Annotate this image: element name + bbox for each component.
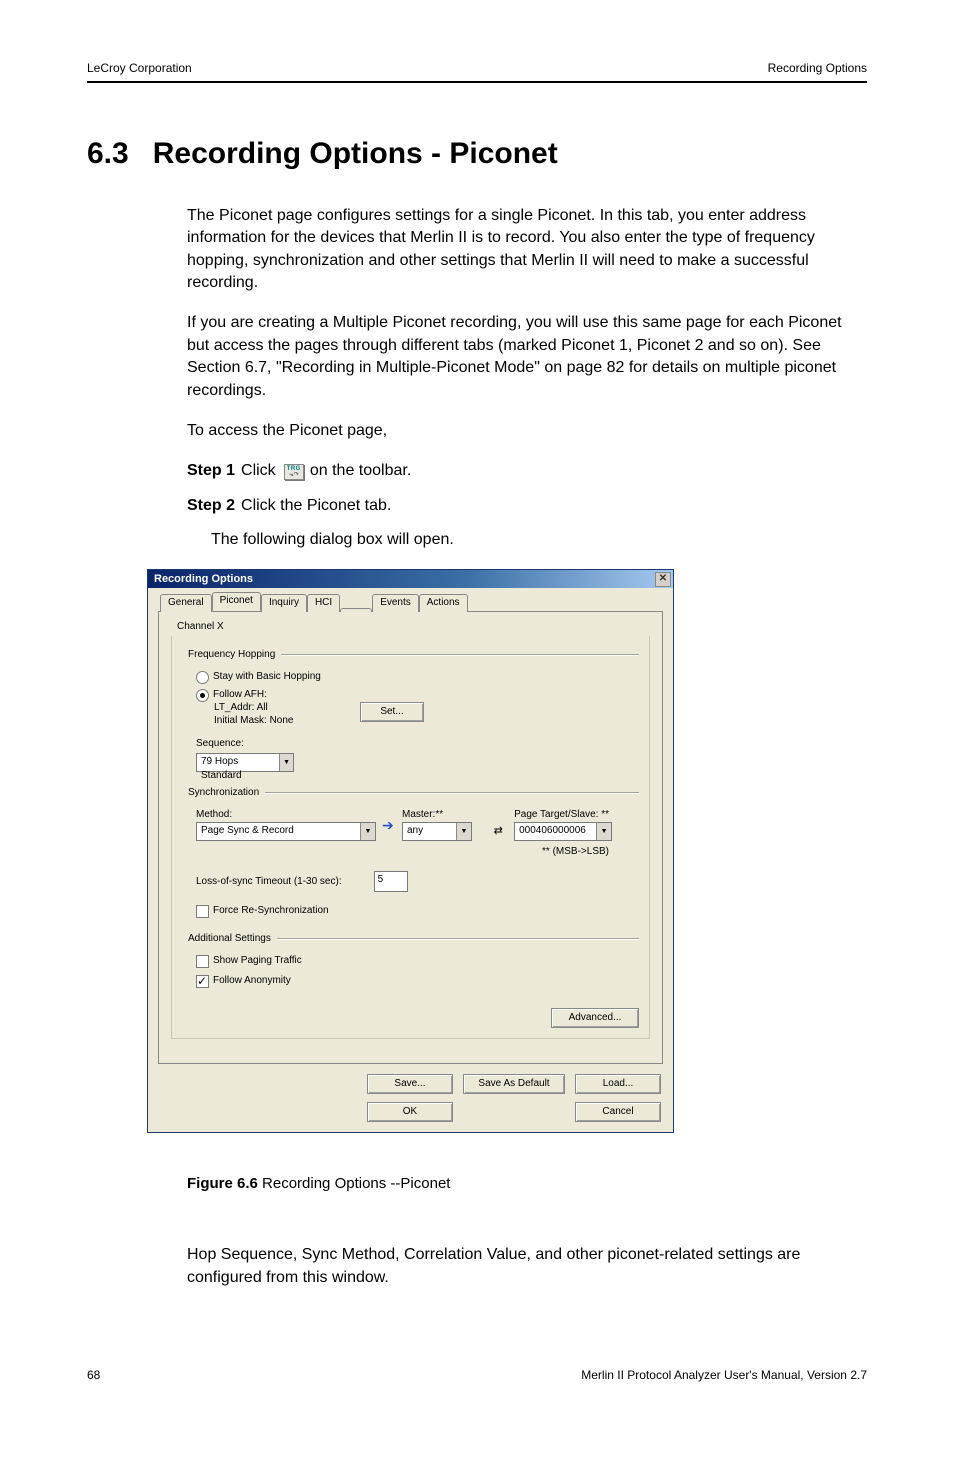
tab-actions[interactable]: Actions	[419, 594, 468, 612]
master-combo[interactable]: any ▼	[402, 822, 472, 841]
load-button[interactable]: Load...	[575, 1074, 661, 1094]
method-value: Page Sync & Record	[197, 823, 360, 840]
footer-doc-title: Merlin II Protocol Analyzer User's Manua…	[581, 1367, 867, 1384]
chevron-down-icon[interactable]: ▼	[360, 823, 375, 840]
dialog-intro: The following dialog box will open.	[211, 529, 867, 551]
afh-mask: Initial Mask: None	[214, 715, 293, 728]
paragraph-2: If you are creating a Multiple Piconet r…	[187, 312, 867, 402]
radio-follow-afh[interactable]: Follow AFH:	[196, 688, 639, 702]
header-right: Recording Options	[768, 60, 867, 77]
cancel-button[interactable]: Cancel	[575, 1102, 661, 1122]
dialog-wrap: Recording Options ✕ General Piconet Inqu…	[147, 569, 867, 1133]
dialog-title: Recording Options	[154, 572, 253, 587]
step-1: Step 1 Click TRG ⬎↷ on the toolbar.	[187, 460, 867, 482]
page-footer: 68 Merlin II Protocol Analyzer User's Ma…	[87, 1359, 867, 1384]
save-as-default-button[interactable]: Save As Default	[463, 1074, 565, 1094]
los-timeout-label: Loss-of-sync Timeout (1-30 sec):	[196, 875, 342, 889]
synchronization-fieldset: Synchronization Method: Page Sync & Reco…	[186, 786, 639, 918]
additional-settings-fieldset: Additional Settings Show Paging Traffic …	[186, 932, 639, 988]
dialog-title-bar: Recording Options ✕	[148, 570, 673, 588]
step-list: Step 1 Click TRG ⬎↷ on the toolbar. Step…	[187, 460, 867, 517]
step-2-label: Step 2	[187, 495, 235, 517]
dialog-body: General Piconet Inquiry HCI Events Actio…	[148, 588, 673, 1132]
synchronization-legend: Synchronization	[186, 786, 261, 800]
channel-frame: Frequency Hopping Stay with Basic Hoppin…	[171, 636, 650, 1039]
trigger-icon: TRG ⬎↷	[284, 464, 304, 480]
tab-blank[interactable]	[340, 608, 372, 612]
step-2-text: Click the Piconet tab.	[241, 495, 391, 517]
page-number: 68	[87, 1367, 100, 1384]
method-label: Method:	[196, 808, 376, 822]
show-paging-checkbox[interactable]: Show Paging Traffic	[196, 954, 639, 968]
figure-text: Recording Options --Piconet	[258, 1175, 451, 1192]
section-heading: 6.3 Recording Options - Piconet	[87, 133, 867, 175]
set-button[interactable]: Set...	[360, 702, 424, 722]
sequence-label: Sequence:	[196, 737, 639, 751]
radio-afh-label: Follow AFH:	[213, 688, 267, 702]
sequence-value: 79 Hops Standard	[197, 754, 279, 771]
master-label: Master:**	[402, 808, 482, 822]
master-value: any	[403, 823, 456, 840]
ok-button[interactable]: OK	[367, 1102, 453, 1122]
close-icon[interactable]: ✕	[655, 572, 671, 587]
radio-basic-label: Stay with Basic Hopping	[213, 670, 321, 684]
paragraph-1: The Piconet page configures settings for…	[187, 205, 867, 295]
follow-anonymity-label: Follow Anonymity	[213, 974, 291, 988]
chevron-down-icon[interactable]: ▼	[456, 823, 471, 840]
frequency-hopping-fieldset: Frequency Hopping Stay with Basic Hoppin…	[186, 648, 639, 772]
step-2: Step 2 Click the Piconet tab.	[187, 495, 867, 517]
tab-events[interactable]: Events	[372, 594, 419, 612]
page-top-header: LeCroy Corporation Recording Options	[87, 60, 867, 83]
save-button[interactable]: Save...	[367, 1074, 453, 1094]
show-paging-label: Show Paging Traffic	[213, 954, 302, 968]
step-1-after: on the toolbar.	[310, 460, 411, 482]
method-combo[interactable]: Page Sync & Record ▼	[196, 822, 376, 841]
slave-combo[interactable]: 000406000006 ▼	[514, 822, 612, 841]
chevron-down-icon[interactable]: ▼	[279, 754, 293, 771]
tab-strip: General Piconet Inquiry HCI Events Actio…	[158, 592, 663, 611]
arrow-right-icon: ➔	[382, 818, 396, 832]
slave-value: 000406000006	[515, 823, 596, 840]
step-1-text: Click	[241, 460, 276, 482]
advanced-button[interactable]: Advanced...	[551, 1008, 639, 1028]
additional-settings-legend: Additional Settings	[186, 932, 273, 946]
afh-ltaddr: LT_Addr: All	[214, 702, 293, 715]
figure-number: Figure 6.6	[187, 1175, 258, 1192]
slave-label: Page Target/Slave: **	[514, 808, 622, 822]
frequency-hopping-legend: Frequency Hopping	[186, 648, 277, 662]
follow-anonymity-checkbox[interactable]: Follow Anonymity	[196, 974, 639, 988]
radio-basic-hopping[interactable]: Stay with Basic Hopping	[196, 670, 639, 684]
los-timeout-input[interactable]: 5	[374, 871, 408, 892]
tab-piconet[interactable]: Piconet	[212, 592, 261, 611]
afh-details: LT_Addr: All Initial Mask: None	[214, 702, 293, 727]
steps-lead: To access the Piconet page,	[187, 420, 867, 442]
msb-note: ** (MSB->LSB)	[186, 845, 609, 859]
section-number: 6.3	[87, 133, 129, 175]
force-resync-checkbox[interactable]: Force Re-Synchronization	[196, 904, 639, 918]
channel-label: Channel X	[177, 620, 650, 634]
figure-caption: Figure 6.6 Recording Options --Piconet	[187, 1173, 867, 1194]
dialog-footer: Save... OK Save As Default Load... Cance…	[158, 1074, 663, 1122]
step-1-label: Step 1	[187, 460, 235, 482]
paragraph-3: Hop Sequence, Sync Method, Correlation V…	[187, 1244, 867, 1289]
tab-panel-piconet: Channel X Frequency Hopping Stay with Ba…	[158, 611, 663, 1064]
chevron-down-icon[interactable]: ▼	[596, 823, 611, 840]
sequence-combo[interactable]: 79 Hops Standard ▼	[196, 753, 294, 772]
section-title: Recording Options - Piconet	[153, 133, 558, 175]
recording-options-dialog: Recording Options ✕ General Piconet Inqu…	[147, 569, 674, 1133]
tab-general[interactable]: General	[160, 594, 212, 612]
header-left: LeCroy Corporation	[87, 60, 192, 77]
tab-inquiry[interactable]: Inquiry	[261, 594, 307, 612]
tab-hci[interactable]: HCI	[307, 594, 340, 612]
force-resync-label: Force Re-Synchronization	[213, 904, 329, 918]
swap-icon[interactable]: ⇄	[488, 824, 508, 839]
